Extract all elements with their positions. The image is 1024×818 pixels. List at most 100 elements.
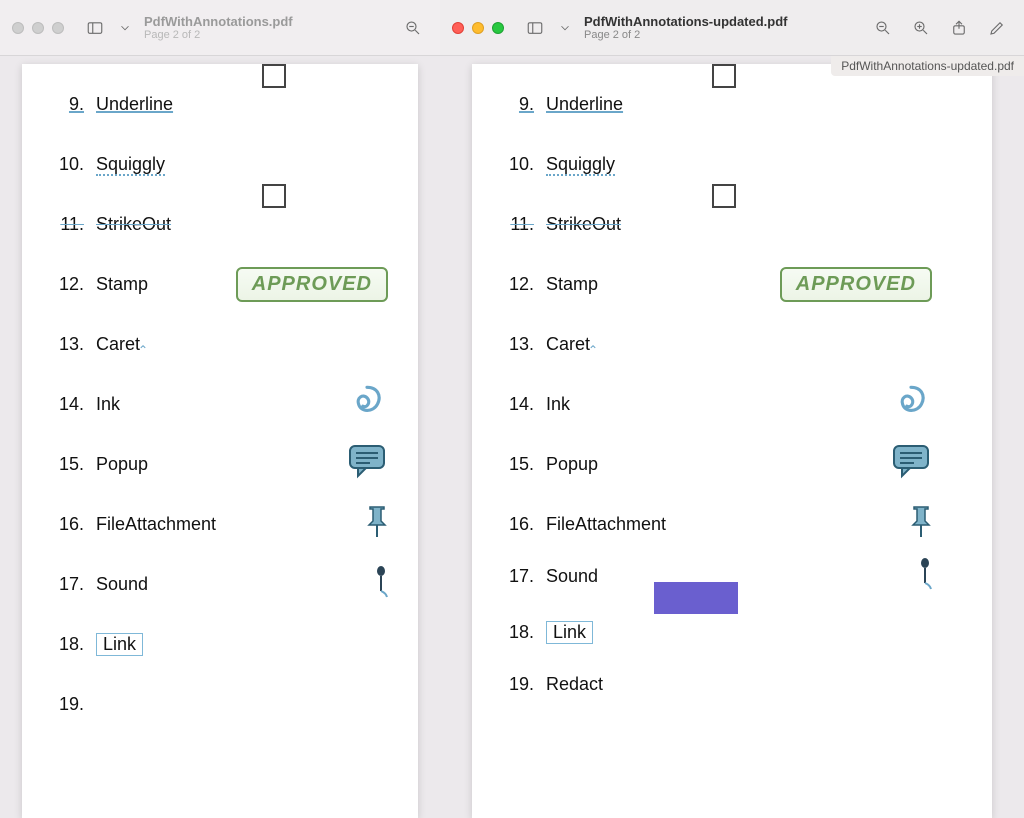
- item-label: Redact: [546, 674, 603, 695]
- window-right: PdfWithAnnotations-updated.pdf Page 2 of…: [440, 0, 1024, 818]
- checkbox-annotation[interactable]: [262, 184, 286, 208]
- sound-annotation[interactable]: [374, 565, 388, 604]
- zoom-out-button[interactable]: [868, 15, 898, 41]
- item-label: StrikeOut: [546, 214, 621, 235]
- stamp-annotation[interactable]: APPROVED: [236, 267, 388, 302]
- item-number: 15.: [492, 454, 534, 475]
- list-item: 12. Stamp APPROVED: [42, 254, 398, 314]
- close-button[interactable]: [452, 22, 464, 34]
- markup-button[interactable]: [982, 15, 1012, 41]
- share-button[interactable]: [944, 15, 974, 41]
- caret-annotation[interactable]: ⌃: [138, 343, 148, 357]
- item-label: FileAttachment: [546, 514, 666, 535]
- pdf-page-right: 9. Underline 10. Squiggly 11. StrikeOut …: [472, 64, 992, 818]
- file-attachment-annotation[interactable]: [910, 505, 932, 544]
- zoom-out-button[interactable]: [398, 15, 428, 41]
- list-item: 14. Ink: [42, 374, 398, 434]
- file-attachment-annotation[interactable]: [366, 505, 388, 544]
- title-block-right: PdfWithAnnotations-updated.pdf Page 2 of…: [584, 14, 788, 41]
- checkbox-annotation[interactable]: [712, 64, 736, 88]
- item-label: Sound: [546, 566, 598, 587]
- list-item: 12. Stamp APPROVED: [492, 254, 972, 314]
- viewport-right[interactable]: 9. Underline 10. Squiggly 11. StrikeOut …: [440, 56, 1024, 818]
- item-number: 9.: [42, 94, 84, 115]
- item-number: 19.: [42, 694, 84, 715]
- list-item: 18. Link: [42, 614, 398, 674]
- checkbox-annotation[interactable]: [712, 184, 736, 208]
- item-label: Popup: [546, 454, 598, 475]
- item-number: 11.: [492, 214, 534, 235]
- stamp-annotation[interactable]: APPROVED: [780, 267, 932, 302]
- highlight-annotation[interactable]: [654, 582, 738, 614]
- ink-annotation[interactable]: [346, 381, 388, 428]
- popup-annotation[interactable]: [348, 444, 388, 485]
- item-number: 14.: [492, 394, 534, 415]
- item-label: Ink: [96, 394, 120, 415]
- item-number: 12.: [42, 274, 84, 295]
- toolbar-left: PdfWithAnnotations.pdf Page 2 of 2: [0, 0, 440, 56]
- title-block-left: PdfWithAnnotations.pdf Page 2 of 2: [144, 14, 293, 41]
- close-dot-inactive[interactable]: [12, 22, 24, 34]
- list-item: 10. Squiggly: [42, 134, 398, 194]
- item-number: 11.: [42, 214, 84, 235]
- page-indicator-right: Page 2 of 2: [584, 29, 788, 41]
- item-label: Sound: [96, 574, 148, 595]
- item-label: FileAttachment: [96, 514, 216, 535]
- item-label: Underline: [546, 94, 623, 115]
- zoom-button[interactable]: [492, 22, 504, 34]
- chevron-down-icon[interactable]: [558, 15, 572, 41]
- item-label: Stamp: [96, 274, 148, 295]
- list-item: 16. FileAttachment: [42, 494, 398, 554]
- pdf-page-left: 9. Underline 10. Squiggly 11. StrikeOut …: [22, 64, 418, 818]
- list-item: 13. Caret⌃: [492, 314, 972, 374]
- minimize-button[interactable]: [472, 22, 484, 34]
- list-item: 18. Link: [492, 610, 972, 654]
- list-item: 15. Popup: [42, 434, 398, 494]
- item-number: 19.: [492, 674, 534, 695]
- zoom-in-button[interactable]: [906, 15, 936, 41]
- item-label: Squiggly: [96, 154, 165, 176]
- link-annotation[interactable]: Link: [96, 633, 143, 656]
- list-item: 13. Caret⌃: [42, 314, 398, 374]
- item-number: 17.: [492, 566, 534, 587]
- item-number: 14.: [42, 394, 84, 415]
- item-number: 15.: [42, 454, 84, 475]
- zoom-dot-inactive[interactable]: [52, 22, 64, 34]
- list-item: 15. Popup: [492, 434, 972, 494]
- item-number: 18.: [492, 622, 534, 643]
- list-item: 16. FileAttachment: [492, 494, 972, 554]
- traffic-lights-right: [452, 22, 504, 34]
- list-item: 11. StrikeOut: [42, 194, 398, 254]
- item-number: 10.: [492, 154, 534, 175]
- filename-banner: PdfWithAnnotations-updated.pdf: [831, 56, 1024, 76]
- viewport-left[interactable]: 9. Underline 10. Squiggly 11. StrikeOut …: [0, 56, 440, 818]
- link-annotation[interactable]: Link: [546, 621, 593, 644]
- chevron-down-icon[interactable]: [118, 15, 132, 41]
- app-root: PdfWithAnnotations.pdf Page 2 of 2 9. Un…: [0, 0, 1024, 818]
- list-item: 19.: [42, 674, 398, 734]
- item-number: 16.: [492, 514, 534, 535]
- toolbar-right: PdfWithAnnotations-updated.pdf Page 2 of…: [440, 0, 1024, 56]
- caret-annotation[interactable]: ⌃: [588, 343, 598, 357]
- item-label: Stamp: [546, 274, 598, 295]
- sidebar-toggle-button[interactable]: [80, 15, 110, 41]
- item-number: 10.: [42, 154, 84, 175]
- item-label: Squiggly: [546, 154, 615, 176]
- item-label: StrikeOut: [96, 214, 171, 235]
- item-label: Underline: [96, 94, 173, 115]
- sidebar-toggle-button[interactable]: [520, 15, 550, 41]
- popup-annotation[interactable]: [892, 444, 932, 485]
- list-item: 19. Redact: [492, 654, 972, 714]
- item-label: Popup: [96, 454, 148, 475]
- minimize-dot-inactive[interactable]: [32, 22, 44, 34]
- list-item: 14. Ink: [492, 374, 972, 434]
- window-title-right: PdfWithAnnotations-updated.pdf: [584, 14, 788, 29]
- traffic-lights-left: [12, 22, 64, 34]
- checkbox-annotation[interactable]: [262, 64, 286, 88]
- ink-annotation[interactable]: [890, 381, 932, 428]
- sound-annotation[interactable]: [918, 557, 932, 596]
- list-item: 9. Underline: [42, 74, 398, 134]
- page-indicator-left: Page 2 of 2: [144, 29, 293, 41]
- item-number: 9.: [492, 94, 534, 115]
- item-number: 17.: [42, 574, 84, 595]
